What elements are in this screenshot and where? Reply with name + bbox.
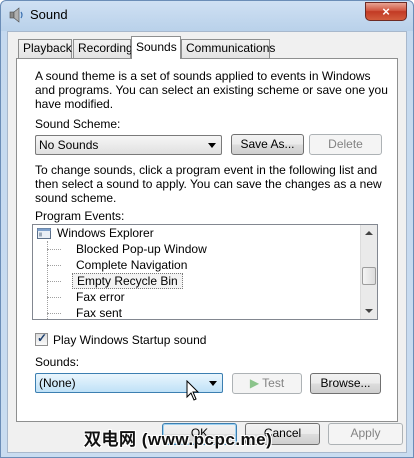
change-text-line-1: To change sounds, click a program event …	[35, 163, 378, 177]
save-as-button[interactable]: Save As...	[231, 134, 304, 155]
event-label: Blocked Pop-up Window	[76, 242, 207, 256]
test-button-label: Test	[262, 376, 285, 390]
tab-playback[interactable]: Playback	[18, 39, 72, 58]
windows-explorer-icon	[37, 228, 51, 239]
list-scrollbar[interactable]	[360, 225, 377, 319]
scroll-up-icon[interactable]	[361, 225, 377, 241]
apply-button[interactable]: Apply	[328, 423, 403, 445]
intro-text-line-3: have modified.	[35, 97, 114, 111]
scroll-down-icon[interactable]	[361, 303, 377, 319]
change-text-line-3: sound scheme.	[35, 191, 117, 205]
checkmark-icon: ✓	[37, 331, 48, 345]
close-button[interactable]: ×	[365, 2, 407, 21]
dialog-client-area: Playback Recording Sounds Communications…	[7, 31, 407, 453]
chevron-down-icon	[208, 143, 216, 148]
list-group-windows-explorer[interactable]: Windows Explorer	[33, 225, 361, 241]
event-label: Empty Recycle Bin	[72, 273, 183, 289]
tab-communications[interactable]: Communications	[181, 39, 275, 58]
scrollbar-thumb[interactable]	[362, 267, 376, 285]
mouse-pointer-icon	[186, 380, 200, 401]
event-label: Complete Navigation	[76, 258, 188, 272]
sound-dialog-window: Sound × Playback Recording Sounds Commun…	[0, 0, 414, 458]
watermark-text: 双电网 (www.pcpc.me)	[84, 430, 273, 449]
tab-sounds[interactable]: Sounds	[131, 36, 181, 59]
startup-sound-label: Play Windows Startup sound	[53, 333, 207, 347]
list-item[interactable]: Complete Navigation	[33, 257, 361, 273]
event-label: Fax error	[76, 290, 125, 304]
chevron-down-icon	[209, 381, 217, 386]
sounds-value: (None)	[39, 376, 76, 390]
play-icon: ▶	[249, 376, 260, 390]
program-events-label: Program Events:	[35, 209, 125, 223]
list-item[interactable]: Fax sent	[33, 305, 361, 320]
sound-scheme-label: Sound Scheme:	[35, 117, 121, 131]
sounds-label: Sounds:	[35, 355, 80, 369]
tab-recording[interactable]: Recording	[73, 39, 133, 58]
startup-sound-checkbox[interactable]: ✓	[35, 331, 48, 346]
speaker-icon	[9, 7, 23, 23]
group-label: Windows Explorer	[57, 226, 154, 240]
change-text-line-2: then select a sound to apply. You can sa…	[35, 177, 382, 191]
delete-button[interactable]: Delete	[309, 134, 382, 155]
browse-button[interactable]: Browse...	[310, 373, 381, 394]
list-item[interactable]: Fax error	[33, 289, 361, 305]
list-item[interactable]: Blocked Pop-up Window	[33, 241, 361, 257]
intro-text-line-1: A sound theme is a set of sounds applied…	[35, 69, 371, 83]
list-item-selected[interactable]: Empty Recycle Bin	[33, 273, 361, 289]
window-title: Sound	[30, 7, 68, 22]
test-button[interactable]: ▶ Test	[232, 373, 302, 394]
intro-text-line-2: and programs. You can select an existing…	[35, 83, 388, 97]
title-bar[interactable]: Sound ×	[1, 1, 413, 29]
sound-scheme-select[interactable]: No Sounds	[35, 135, 222, 155]
program-events-list[interactable]: Windows Explorer Blocked Pop-up Window C…	[32, 224, 378, 320]
sound-scheme-value: No Sounds	[39, 138, 99, 152]
event-label: Fax sent	[76, 306, 123, 320]
